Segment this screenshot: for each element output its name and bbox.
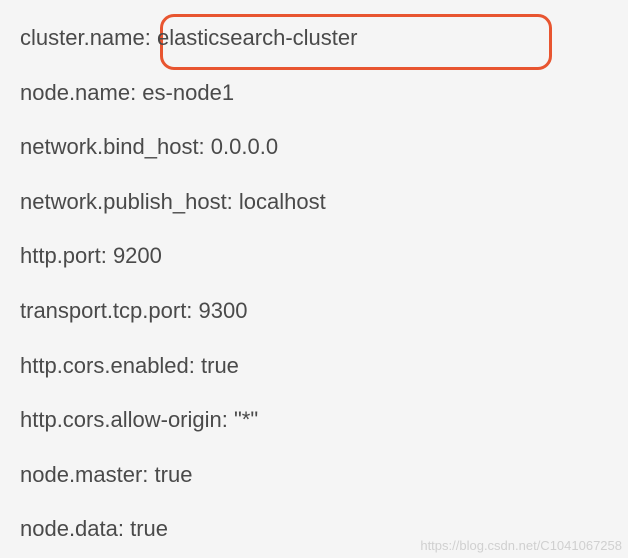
- config-line: network.publish_host: localhost: [20, 188, 608, 217]
- config-line: node.name: es-node1: [20, 79, 608, 108]
- config-line: network.bind_host: 0.0.0.0: [20, 133, 608, 162]
- config-line: transport.tcp.port: 9300: [20, 297, 608, 326]
- config-line: node.master: true: [20, 461, 608, 490]
- config-line: http.cors.allow-origin: "*": [20, 406, 608, 435]
- config-line: cluster.name: elasticsearch-cluster: [20, 24, 608, 53]
- watermark-text: https://blog.csdn.net/C1041067258: [420, 538, 622, 553]
- config-line: http.port: 9200: [20, 242, 608, 271]
- config-line: http.cors.enabled: true: [20, 352, 608, 381]
